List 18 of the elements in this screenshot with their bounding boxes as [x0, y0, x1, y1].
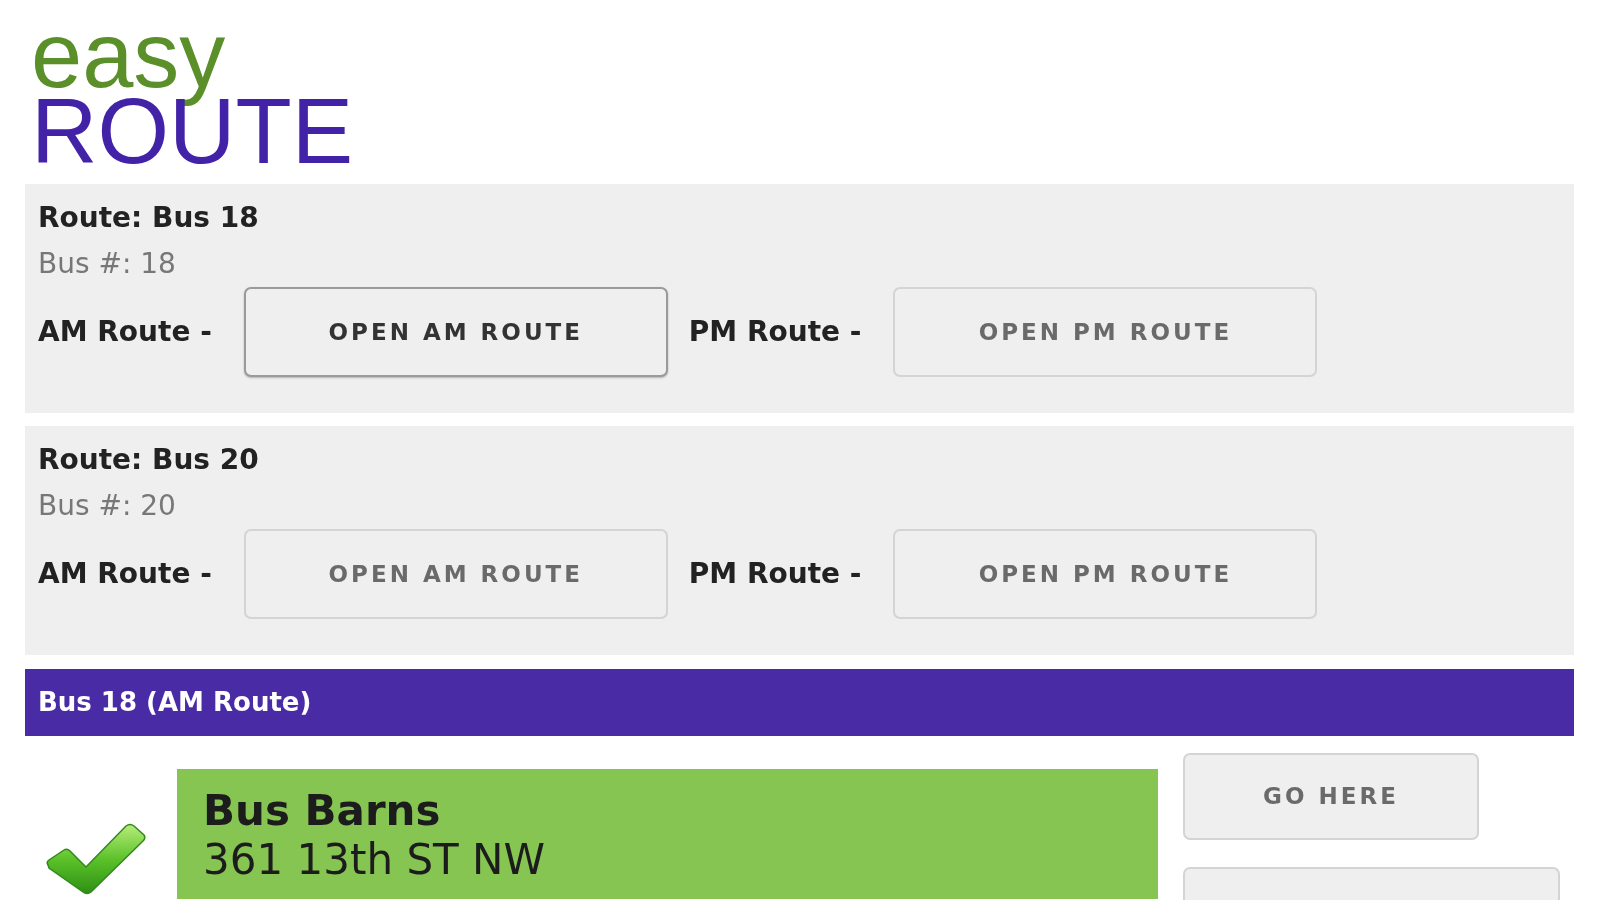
- check-icon: [46, 822, 146, 895]
- pm-route-label: PM Route -: [688, 314, 862, 350]
- am-route-label: AM Route -: [38, 556, 212, 592]
- go-here-button[interactable]: GO HERE: [1183, 753, 1479, 840]
- open-route-button[interactable]: OPEN AM ROUTE: [243, 287, 668, 377]
- route-title: Route: Bus 20: [38, 442, 259, 478]
- open-route-button[interactable]: OPEN PM ROUTE: [893, 529, 1318, 619]
- route-header-title: Bus 18 (AM Route): [38, 686, 312, 719]
- route-title: Route: Bus 18: [38, 200, 259, 236]
- stop-name: Bus Barns: [203, 787, 441, 835]
- action-button[interactable]: [1183, 867, 1560, 900]
- bus-number: Bus #: 20: [38, 488, 176, 524]
- stop-address: 361 13th ST NW: [203, 837, 545, 883]
- open-route-button[interactable]: OPEN PM ROUTE: [893, 287, 1318, 377]
- open-route-button[interactable]: OPEN AM ROUTE: [243, 529, 668, 619]
- am-route-label: AM Route -: [38, 314, 212, 350]
- pm-route-label: PM Route -: [688, 556, 862, 592]
- bus-number: Bus #: 18: [38, 246, 176, 282]
